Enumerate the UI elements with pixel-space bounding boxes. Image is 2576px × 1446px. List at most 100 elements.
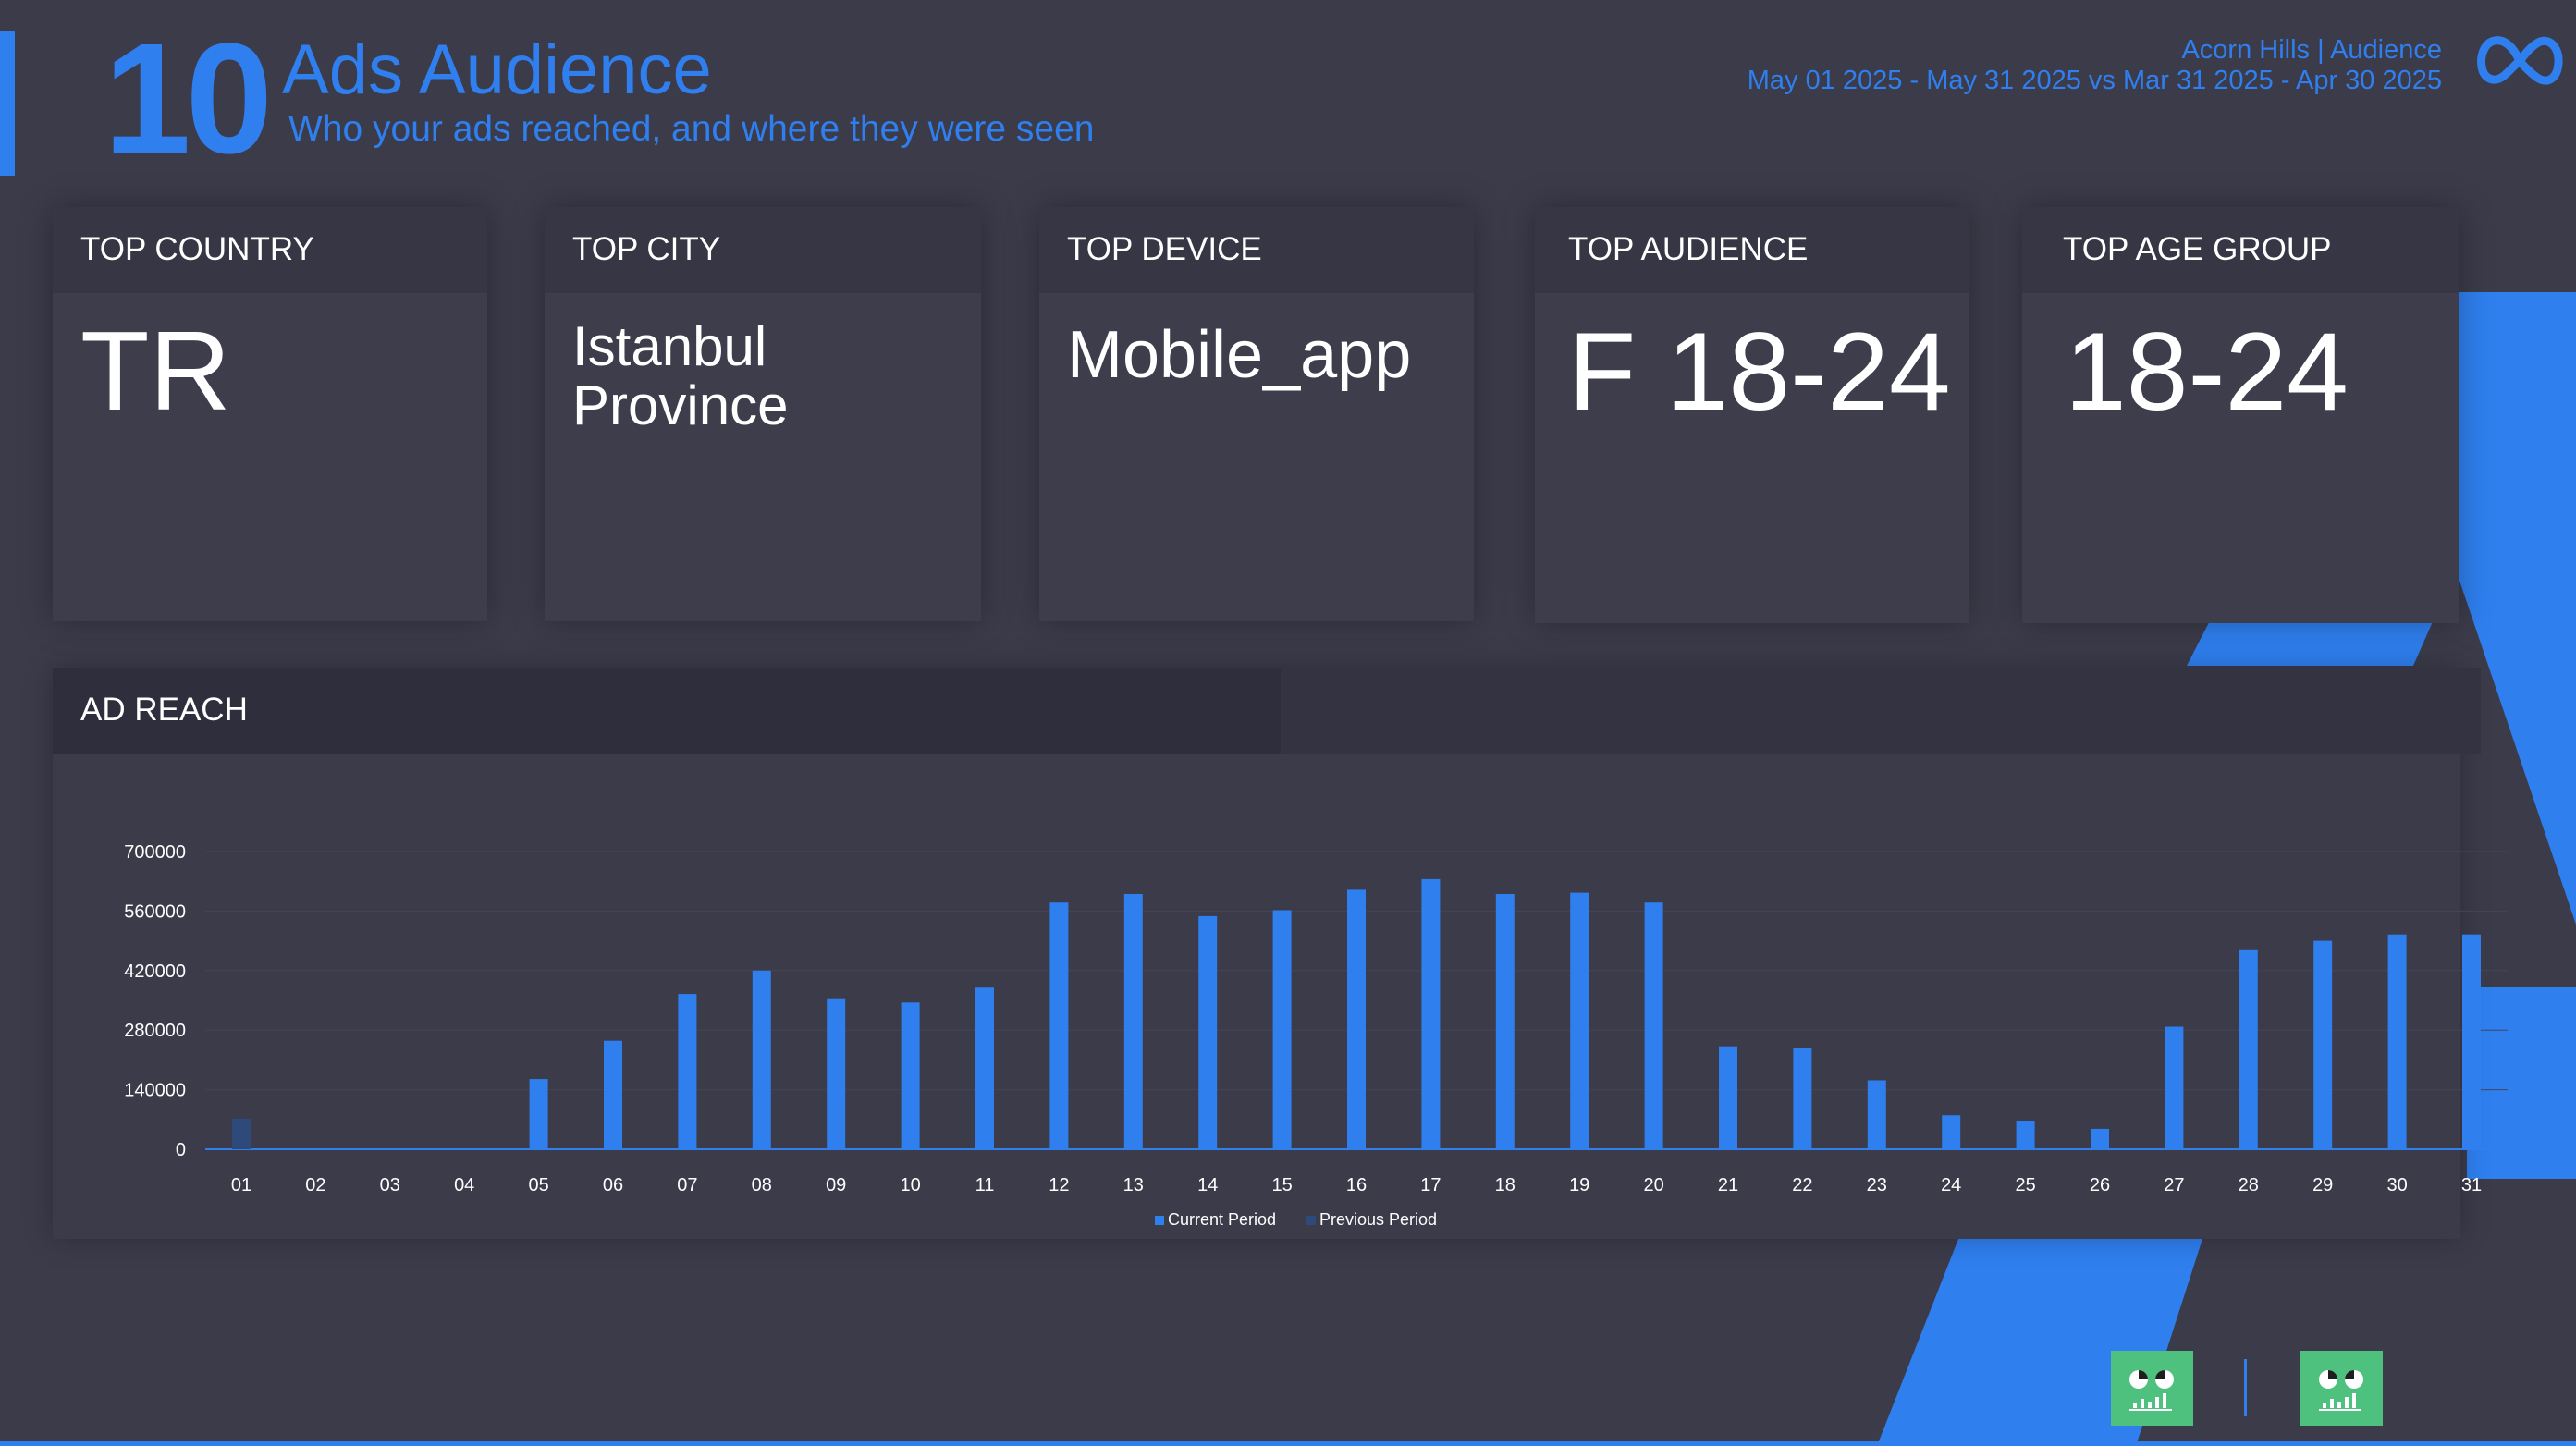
kpi-value: 18-24 [2065,310,2349,434]
bar-current-period[interactable] [1719,1046,1737,1149]
kpi-card-top-audience: TOP AUDIENCE F 18-24 [1535,207,1969,623]
bar-current-period[interactable] [2387,934,2407,1149]
x-tick-label: 13 [1123,1175,1144,1195]
bar-current-period[interactable] [1198,915,1218,1149]
x-tick-label: 02 [305,1175,325,1195]
kpi-label: TOP DEVICE [1039,207,1474,293]
x-tick-label: 31 [2461,1175,2482,1195]
page-title: Ads Audience [282,31,712,109]
page-number: 10 [104,11,273,187]
legend-label-current[interactable]: Current Period [1168,1210,1276,1229]
bar-current-period[interactable] [1570,892,1589,1149]
bar-current-period[interactable] [1867,1080,1886,1149]
kpi-value: Istanbul Province [572,315,789,436]
bar-current-period[interactable] [1049,902,1069,1149]
logo-divider [2244,1359,2247,1416]
account-label: Acorn Hills | Audience [2181,35,2442,65]
bar-current-period[interactable] [678,994,697,1149]
chart-face-icon [2319,1370,2363,1411]
bar-current-period[interactable] [752,970,771,1149]
legend-swatch-current [1155,1216,1164,1225]
ad-reach-chart-card: AD REACH 0 140000 280000 420000 560000 700000… [53,668,2508,1239]
x-tick-label: 08 [752,1175,772,1195]
report-meta: Acorn Hills | Audience May 01 2025 - May… [1748,35,2442,96]
x-tick-label: 11 [975,1175,995,1195]
legend-swatch-previous [1306,1216,1316,1225]
bar-current-period[interactable] [827,998,846,1149]
bar-current-period[interactable] [529,1079,548,1149]
bar-current-period[interactable] [1272,910,1292,1149]
x-tick-label: 03 [380,1175,400,1195]
page-subtitle: Who your ads reached, and where they wer… [288,109,1095,149]
x-tick-label: 26 [2090,1175,2110,1195]
bar-current-period[interactable] [901,1002,920,1149]
bar-current-period[interactable] [1421,878,1441,1149]
bar-previous-period[interactable] [232,1118,251,1149]
x-tick-label: 07 [677,1175,697,1195]
bar-current-period[interactable] [2462,934,2481,1149]
x-tick-label: 10 [900,1175,920,1195]
bar-current-period[interactable] [2165,1026,2184,1149]
kpi-card-top-city: TOP CITY Istanbul Province [545,207,981,621]
x-tick-label: 14 [1197,1175,1218,1195]
kpi-card-top-country: TOP COUNTRY TR [53,207,487,621]
bar-current-period[interactable] [1793,1048,1812,1149]
kpi-value: F 18-24 [1568,310,1951,434]
x-tick-label: 15 [1271,1175,1292,1195]
brand-logo-icon [2300,1351,2383,1426]
y-tick-label: 140000 [124,1081,186,1101]
x-tick-label: 27 [2164,1175,2184,1195]
x-tick-label: 09 [826,1175,846,1195]
kpi-label: TOP CITY [545,207,981,293]
bar-current-period[interactable] [604,1040,622,1149]
kpi-value: TR [80,308,231,434]
x-tick-label: 19 [1569,1175,1589,1195]
x-tick-label: 04 [454,1175,474,1195]
brand-logo-icon [2111,1351,2193,1426]
bar-current-period[interactable] [1347,889,1366,1149]
bar-current-period[interactable] [2239,949,2258,1149]
x-tick-label: 21 [1718,1175,1738,1195]
x-tick-label: 24 [1941,1175,1961,1195]
footer-line [0,1441,2576,1446]
x-tick-label: 25 [2015,1175,2035,1195]
x-tick-label: 06 [603,1175,623,1195]
y-tick-label: 0 [176,1140,186,1160]
bar-current-period[interactable] [2091,1128,2109,1149]
x-tick-label: 23 [1867,1175,1887,1195]
x-tick-label: 22 [1792,1175,1812,1195]
y-tick-label: 560000 [124,901,186,922]
kpi-label: TOP AUDIENCE [1535,207,1969,293]
y-tick-label: 700000 [124,842,186,863]
kpi-card-top-age-group: TOP AGE GROUP 18-24 [2022,207,2459,623]
accent-bar [0,31,15,176]
bar-current-period[interactable] [1644,902,1663,1149]
y-tick-label: 280000 [124,1021,186,1041]
kpi-label: TOP COUNTRY [53,207,487,293]
bar-current-period[interactable] [1123,894,1143,1149]
y-tick-label: 420000 [124,962,186,982]
ad-reach-bar-chart: 0 140000 280000 420000 560000 700000 01 02 03 04 0… [124,842,2508,1229]
x-tick-label: 16 [1346,1175,1367,1195]
x-tick-label: 20 [1643,1175,1663,1195]
x-tick-label: 01 [231,1175,251,1195]
x-tick-label: 29 [2312,1175,2333,1195]
legend-label-previous[interactable]: Previous Period [1319,1210,1437,1229]
meta-logo-icon [2477,36,2563,85]
x-tick-label: 12 [1049,1175,1069,1195]
x-tick-label: 17 [1420,1175,1441,1195]
x-tick-label: 30 [2386,1175,2407,1195]
bar-current-period[interactable] [975,987,994,1149]
bar-current-period[interactable] [2016,1121,2035,1149]
chart-face-icon [2129,1370,2174,1411]
x-tick-label: 18 [1495,1175,1515,1195]
date-range: May 01 2025 - May 31 2025 vs Mar 31 2025… [1747,66,2442,95]
x-tick-label: 05 [528,1175,548,1195]
kpi-value: Mobile_app [1067,318,1412,392]
bar-current-period[interactable] [2313,940,2333,1149]
bar-current-period[interactable] [1495,894,1515,1149]
kpi-label: TOP AGE GROUP [2022,207,2459,293]
x-tick-label: 28 [2239,1175,2259,1195]
kpi-card-top-device: TOP DEVICE Mobile_app [1039,207,1474,621]
bar-current-period[interactable] [1942,1115,1961,1149]
